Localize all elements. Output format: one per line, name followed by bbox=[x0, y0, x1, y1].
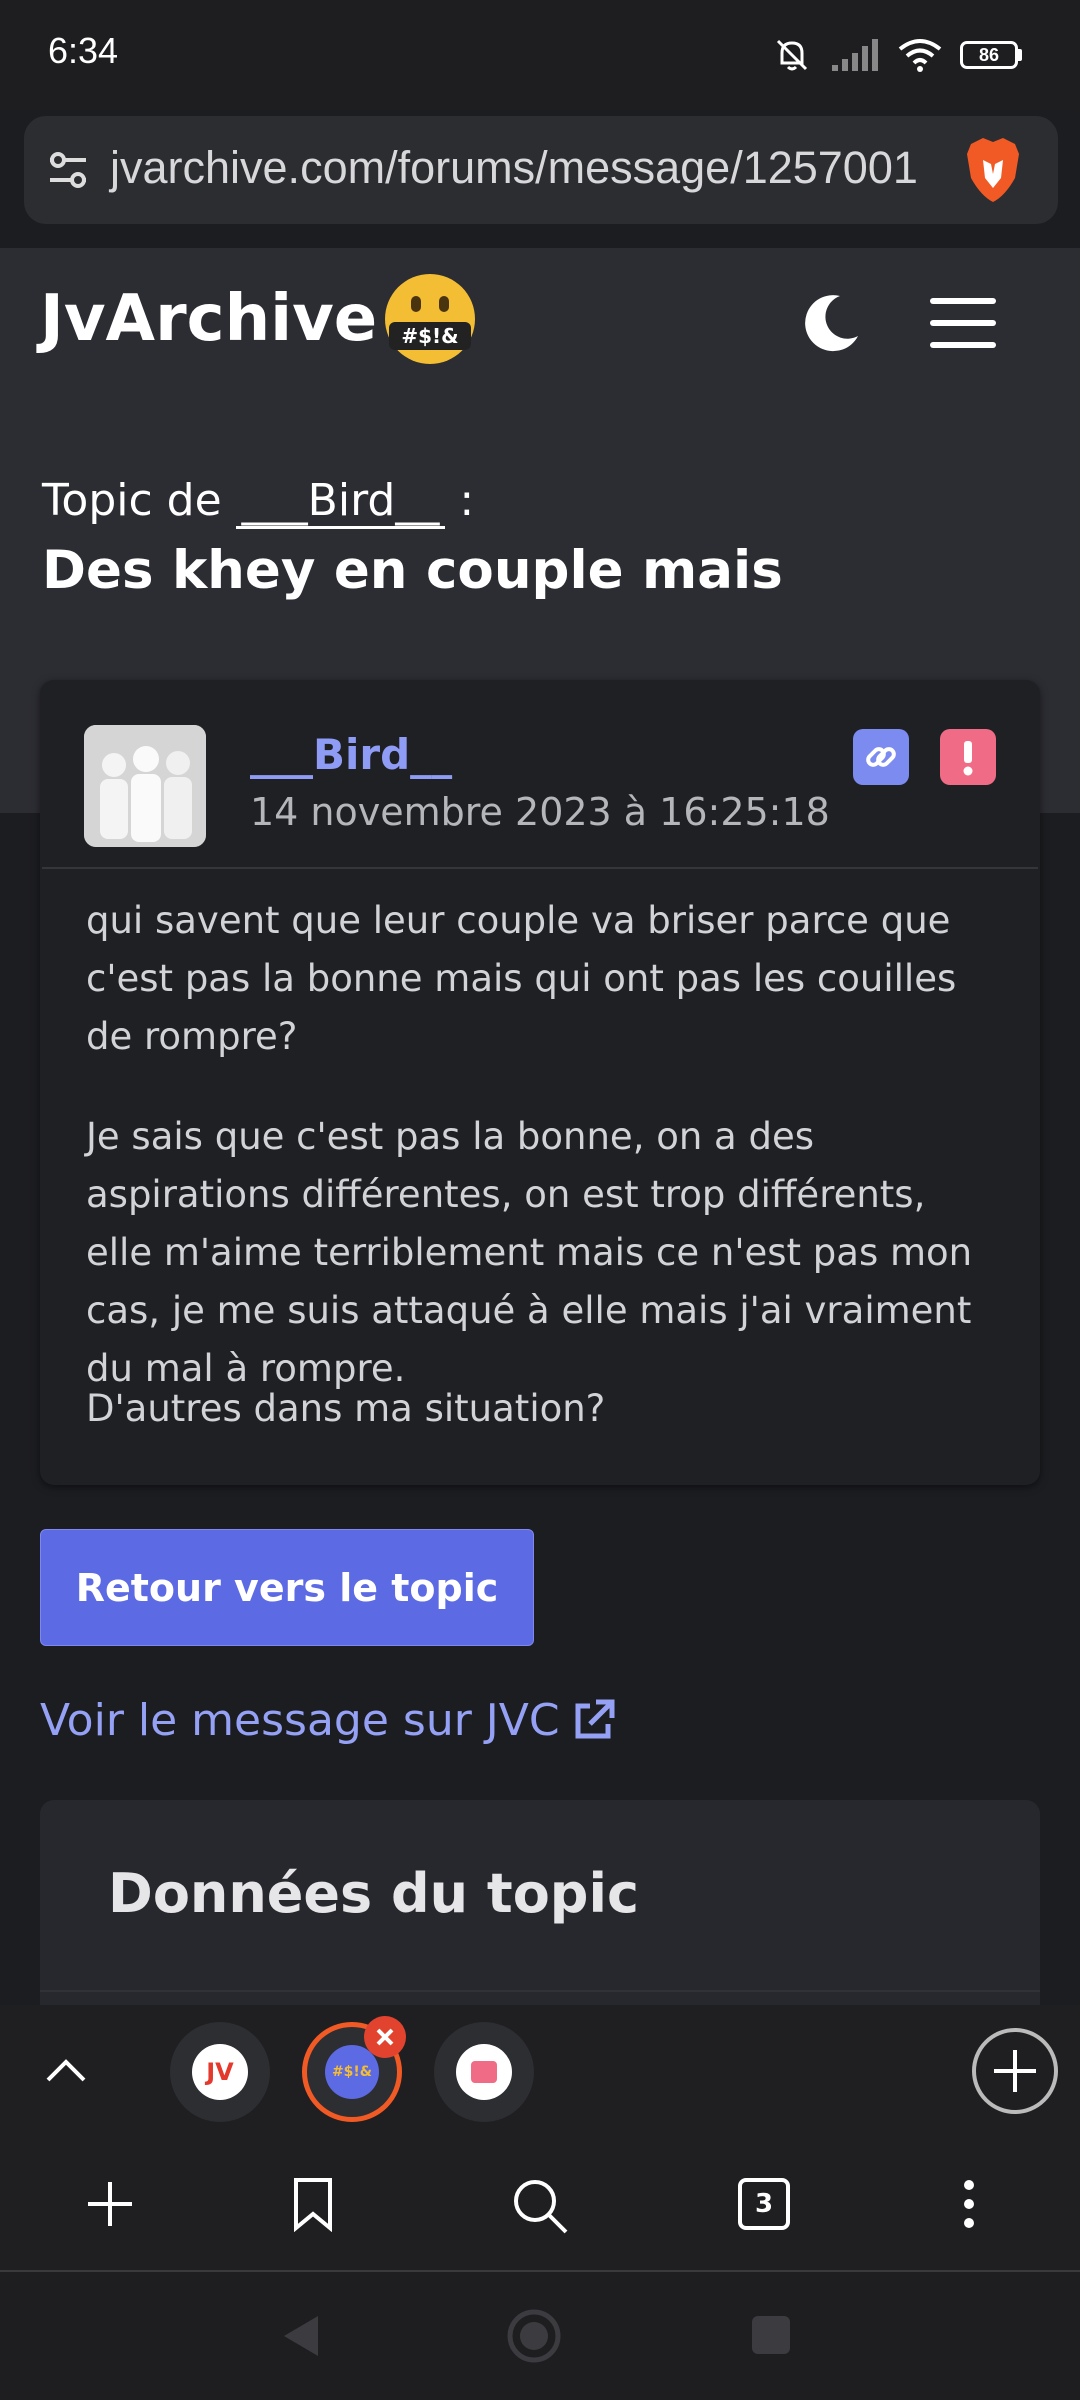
url-text[interactable]: jvarchive.com/forums/message/1257001 bbox=[110, 142, 918, 194]
message-paragraph: qui savent que leur couple va briser par… bbox=[86, 899, 957, 1058]
new-tab-plus-circle-icon[interactable] bbox=[970, 2026, 1060, 2116]
site-logo-title[interactable]: JvArchive bbox=[40, 282, 377, 356]
topic-suffix: : bbox=[459, 475, 475, 526]
topic-data-divider bbox=[40, 1990, 1040, 1992]
external-link-icon bbox=[575, 1699, 615, 1738]
wifi-icon bbox=[898, 39, 942, 72]
tab-other[interactable] bbox=[434, 2022, 534, 2122]
brave-shield-icon[interactable] bbox=[961, 134, 1025, 206]
message-date: 14 novembre 2023 à 16:25:18 bbox=[250, 790, 830, 834]
topic-data-title: Données du topic bbox=[108, 1862, 639, 1925]
battery-level: 86 bbox=[978, 44, 1000, 65]
close-tab-button[interactable] bbox=[364, 2016, 406, 2058]
battery-icon: 86 bbox=[960, 41, 1022, 69]
topic-byline: Topic de ___Bird__ : bbox=[42, 475, 474, 529]
close-icon bbox=[376, 2028, 394, 2046]
tab-jvc-label: JV bbox=[206, 2058, 234, 2086]
search-icon[interactable] bbox=[510, 2176, 570, 2236]
hamburger-menu-icon[interactable] bbox=[928, 294, 998, 352]
mute-bell-icon bbox=[776, 39, 808, 71]
tab-other-favicon bbox=[456, 2044, 512, 2100]
emoji-text: #$!& bbox=[401, 324, 459, 348]
tab-count: 3 bbox=[754, 2189, 774, 2219]
new-tab-icon[interactable] bbox=[84, 2178, 136, 2230]
topic-prefix: Topic de bbox=[42, 475, 222, 526]
message-paragraph: Je sais que c'est pas la bonne, on a des… bbox=[86, 1115, 973, 1390]
nav-home-icon[interactable] bbox=[506, 2308, 562, 2364]
signal-icon bbox=[832, 39, 878, 71]
more-options-icon[interactable] bbox=[954, 2178, 984, 2230]
view-on-jvc-label: Voir le message sur JVC bbox=[40, 1695, 560, 1746]
dark-mode-moon-icon[interactable] bbox=[800, 290, 864, 354]
tab-switcher-button[interactable]: 3 bbox=[738, 2178, 790, 2230]
card-divider bbox=[42, 867, 1038, 869]
topic-author-link[interactable]: ___Bird__ bbox=[235, 475, 446, 529]
avatar-silhouettes bbox=[84, 725, 206, 847]
report-button[interactable] bbox=[940, 729, 996, 785]
avatar[interactable] bbox=[84, 725, 206, 847]
status-time: 6:34 bbox=[48, 30, 119, 71]
tab-jvarchive-label: #$!& bbox=[331, 2064, 373, 2080]
site-settings-icon[interactable] bbox=[44, 146, 92, 194]
exclamation-icon bbox=[963, 741, 973, 776]
message-paragraph: D'autres dans ma situation? bbox=[86, 1387, 606, 1430]
swearing-emoji-icon: #$!& bbox=[385, 274, 475, 364]
status-icons: 86 bbox=[772, 28, 1022, 82]
message-author-link[interactable]: ___Bird__ bbox=[250, 730, 452, 779]
topic-title: Des khey en couple mais bbox=[42, 540, 783, 601]
nav-back-icon[interactable] bbox=[278, 2312, 322, 2360]
tab-jvc[interactable]: JV bbox=[170, 2022, 270, 2122]
back-to-topic-button[interactable]: Retour vers le topic bbox=[40, 1529, 534, 1646]
permalink-button[interactable] bbox=[853, 729, 909, 785]
nav-recents-icon[interactable] bbox=[750, 2314, 792, 2356]
view-on-jvc-link[interactable]: Voir le message sur JVC bbox=[40, 1695, 616, 1746]
link-icon bbox=[866, 747, 896, 767]
chevron-up-icon[interactable] bbox=[44, 2050, 88, 2090]
bookmark-icon[interactable] bbox=[292, 2176, 334, 2232]
tab-strip bbox=[0, 2005, 1080, 2135]
tab-jvc-favicon: JV bbox=[192, 2044, 248, 2100]
